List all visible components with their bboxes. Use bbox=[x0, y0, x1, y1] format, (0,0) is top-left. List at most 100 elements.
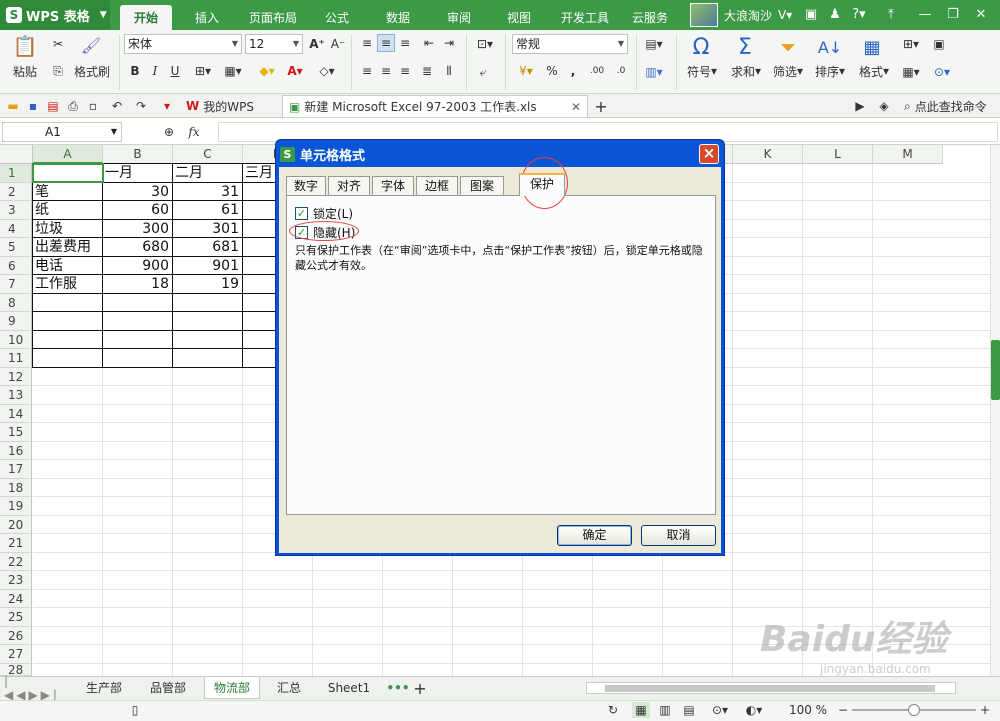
increase-decimal-button[interactable]: .00 bbox=[586, 62, 608, 80]
hscroll-thumb[interactable] bbox=[605, 685, 935, 692]
symbol-button[interactable]: 符号 ▾ bbox=[682, 62, 722, 80]
share-icon[interactable]: ◈ bbox=[876, 97, 892, 115]
currency-icon[interactable]: ¥▾ bbox=[512, 62, 540, 80]
sheet-tab[interactable]: 品管部 bbox=[140, 677, 196, 699]
table-header-cell[interactable]: 二月 bbox=[175, 164, 241, 182]
row-header[interactable]: 20 bbox=[0, 515, 32, 534]
minimize-icon[interactable]: — bbox=[914, 4, 936, 26]
distribute-icon[interactable]: ⫴ bbox=[438, 62, 460, 80]
sheet-tab[interactable]: 物流部 bbox=[204, 677, 260, 699]
tab-0[interactable]: 开始 bbox=[120, 5, 172, 30]
search-command[interactable]: ⌕ 点此查找命令 bbox=[898, 95, 993, 117]
row-header[interactable]: 17 bbox=[0, 460, 32, 479]
row-header[interactable]: 18 bbox=[0, 478, 32, 497]
sheet-tab[interactable]: 生产部 bbox=[76, 677, 132, 699]
zoom-level[interactable]: 100 % bbox=[786, 702, 830, 718]
row-header[interactable]: 22 bbox=[0, 552, 32, 571]
row-header[interactable]: 15 bbox=[0, 423, 32, 442]
wrap-text-icon[interactable]: ⤶ bbox=[472, 62, 494, 82]
tab-5[interactable]: 审阅 bbox=[434, 5, 484, 30]
row-header[interactable]: 16 bbox=[0, 441, 32, 460]
row-header[interactable]: 9 bbox=[0, 312, 32, 331]
table-cell[interactable]: 901 bbox=[175, 257, 241, 275]
indent-decrease-icon[interactable]: ⇤ bbox=[420, 34, 438, 52]
app-menu-button[interactable]: S WPS 表格 ▼ bbox=[0, 0, 110, 30]
table-cell[interactable]: 300 bbox=[105, 220, 171, 238]
table-cell[interactable]: 680 bbox=[105, 238, 171, 256]
dialog-tab[interactable]: 图案 bbox=[460, 176, 504, 195]
page-layout-icon[interactable]: ▥ bbox=[656, 702, 674, 718]
dialog-tab[interactable]: 字体 bbox=[372, 176, 414, 195]
table-cell[interactable]: 出差费用 bbox=[35, 238, 101, 256]
symbol-icon[interactable]: Ω bbox=[686, 34, 716, 60]
shirt-icon[interactable]: ♟ bbox=[824, 4, 846, 26]
table-cell[interactable]: 笔 bbox=[35, 183, 101, 201]
skin-toggle-icon[interactable]: ▶ bbox=[852, 97, 868, 115]
align-bottom-icon[interactable]: ≡ bbox=[396, 34, 414, 52]
percent-button[interactable]: % bbox=[543, 62, 561, 80]
justify-icon[interactable]: ≣ bbox=[418, 62, 436, 80]
conditional-format-icon[interactable]: ▥▾ bbox=[640, 62, 668, 82]
sheet-tab[interactable]: 汇总 bbox=[266, 677, 312, 699]
table-header-cell[interactable]: 一月 bbox=[105, 164, 171, 182]
copy-icon[interactable]: ⎘ bbox=[48, 62, 68, 80]
row-header[interactable]: 21 bbox=[0, 534, 32, 553]
bold-button[interactable]: B bbox=[126, 61, 144, 81]
indent-increase-icon[interactable]: ⇥ bbox=[440, 34, 458, 52]
table-cell[interactable]: 纸 bbox=[35, 201, 101, 219]
worksheet-icon[interactable]: ▣ bbox=[928, 34, 950, 54]
new-tab-icon[interactable]: + bbox=[592, 97, 610, 116]
tab-4[interactable]: 数据 bbox=[372, 5, 424, 30]
filter-icon[interactable]: ⏷ bbox=[776, 34, 800, 60]
page-break-icon[interactable]: ▤ bbox=[680, 702, 698, 718]
table-cell[interactable]: 19 bbox=[175, 275, 241, 293]
skin-icon[interactable]: ▣ bbox=[800, 4, 822, 26]
table-cell[interactable]: 垃圾 bbox=[35, 220, 101, 238]
customize-icon[interactable]: ▾ bbox=[158, 97, 176, 115]
row-header[interactable]: 12 bbox=[0, 367, 32, 386]
restore-ribbon-icon[interactable]: ⤒ bbox=[880, 4, 902, 26]
table-cell[interactable]: 301 bbox=[175, 220, 241, 238]
backup-icon[interactable]: ↻ bbox=[604, 702, 622, 718]
reading-mode-icon[interactable]: ⊙▾ bbox=[706, 702, 734, 718]
decrease-decimal-button[interactable]: .0 bbox=[610, 62, 632, 80]
tab-2[interactable]: 页面布局 bbox=[240, 5, 306, 30]
select-all-corner[interactable] bbox=[0, 145, 33, 164]
row-header[interactable]: 13 bbox=[0, 386, 32, 405]
column-header[interactable]: C bbox=[173, 145, 243, 164]
tab-document[interactable]: ▣ 新建 Microsoft Excel 97-2003 工作表.xls ✕ bbox=[282, 95, 588, 117]
macro-icon[interactable]: ▯ bbox=[126, 702, 144, 718]
row-header[interactable]: 24 bbox=[0, 589, 32, 608]
table-style-icon[interactable]: ▤▾ bbox=[640, 34, 668, 54]
tab-3[interactable]: 公式 bbox=[312, 5, 362, 30]
print-preview-icon[interactable]: ▫ bbox=[84, 97, 102, 115]
zoom-out-icon[interactable]: − bbox=[836, 702, 850, 718]
sheet-tab[interactable]: Sheet1 bbox=[318, 677, 380, 699]
close-tab-icon[interactable]: ✕ bbox=[571, 100, 581, 114]
sum-icon[interactable]: Σ bbox=[732, 34, 758, 60]
decrease-font-icon[interactable]: A⁻ bbox=[328, 34, 348, 54]
dialog-tab[interactable]: 边框 bbox=[416, 176, 458, 195]
row-header[interactable]: 27 bbox=[0, 645, 32, 664]
align-middle-icon[interactable]: ≡ bbox=[377, 34, 395, 52]
table-cell[interactable]: 30 bbox=[105, 183, 171, 201]
table-cell[interactable]: 工作服 bbox=[35, 275, 101, 293]
row-header[interactable]: 3 bbox=[0, 201, 32, 220]
pdf-icon[interactable]: ▤ bbox=[44, 97, 62, 115]
format-painter-button[interactable]: 格式刷 bbox=[72, 62, 112, 80]
row-header[interactable]: 25 bbox=[0, 608, 32, 627]
row-header[interactable]: 14 bbox=[0, 404, 32, 423]
row-header[interactable]: 4 bbox=[0, 219, 32, 238]
clear-format-icon[interactable]: ◇▾ bbox=[314, 61, 340, 81]
normal-view-icon[interactable]: ▦ bbox=[632, 702, 650, 718]
sort-icon[interactable]: A↓ bbox=[818, 34, 842, 60]
name-box[interactable]: A1 ▼ bbox=[2, 122, 122, 142]
sort-button[interactable]: 排序 ▾ bbox=[810, 62, 850, 80]
column-header[interactable]: A bbox=[33, 145, 103, 164]
filter-button[interactable]: 筛选 ▾ bbox=[768, 62, 808, 80]
user-area[interactable]: 大浪淘沙 V▾ bbox=[690, 3, 792, 27]
border-icon[interactable]: ⊞▾ bbox=[190, 61, 216, 81]
column-header[interactable]: L bbox=[803, 145, 873, 164]
number-format-select[interactable]: 常规 ▼ bbox=[512, 34, 628, 54]
active-cell[interactable] bbox=[32, 163, 104, 183]
